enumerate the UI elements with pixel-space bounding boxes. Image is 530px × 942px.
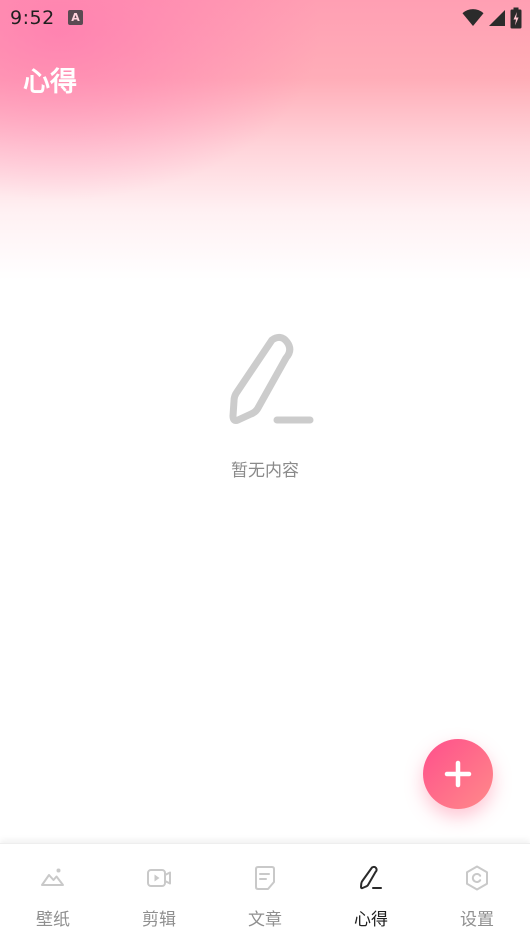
video-edit-icon (147, 869, 171, 887)
status-bar: 9:52 A (0, 0, 530, 36)
nav-label: 文章 (248, 910, 282, 930)
notification-app-icon: A (68, 10, 83, 25)
empty-state: 暂无内容 (0, 330, 530, 481)
screen: 9:52 A 心得 暂无内容 壁纸 剪辑 文章 心得 设置 (0, 0, 530, 942)
pen-icon (360, 865, 382, 890)
nav-label: 剪辑 (142, 910, 176, 930)
page-title: 心得 (23, 67, 77, 98)
pen-icon (229, 333, 314, 424)
add-button[interactable] (423, 739, 493, 809)
nav-item-article[interactable]: 文章 (212, 844, 318, 942)
nav-label: 设置 (460, 910, 494, 930)
nav-item-notes[interactable]: 心得 (318, 844, 424, 942)
empty-state-text: 暂无内容 (231, 461, 299, 481)
nav-label: 壁纸 (36, 910, 70, 930)
settings-icon (466, 865, 488, 891)
bottom-nav: 壁纸 剪辑 文章 心得 设置 (0, 843, 530, 942)
nav-item-video-edit[interactable]: 剪辑 (106, 844, 212, 942)
signal-icon (489, 10, 505, 26)
status-time: 9:52 (10, 7, 55, 29)
article-icon (255, 866, 275, 890)
status-icons (462, 7, 522, 29)
wifi-icon (462, 9, 484, 26)
wallpaper-icon (41, 868, 64, 886)
nav-item-settings[interactable]: 设置 (424, 844, 530, 942)
nav-label: 心得 (354, 910, 388, 930)
plus-icon (444, 760, 472, 788)
battery-charging-icon (510, 7, 522, 29)
header-background (0, 0, 530, 280)
nav-item-wallpaper[interactable]: 壁纸 (0, 844, 106, 942)
